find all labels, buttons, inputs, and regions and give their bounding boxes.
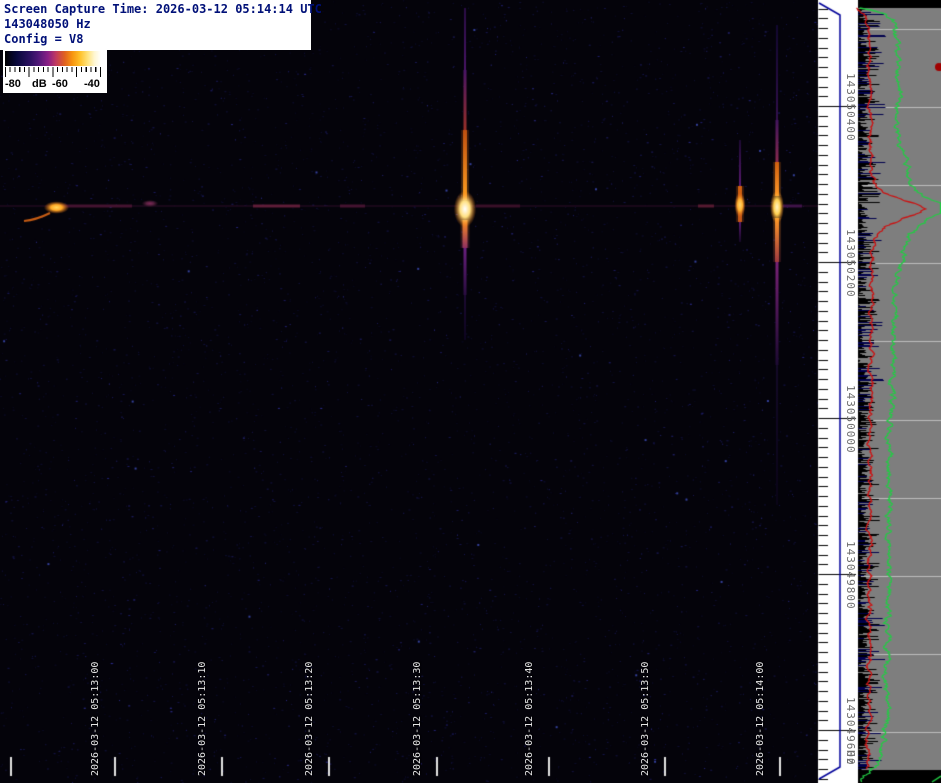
colorbar-mid-label: -60 (52, 78, 68, 90)
colorbar-labels: -80 dB -60 -40 (5, 78, 105, 91)
time-tick-label: 2026-03-12 05:13:00 (90, 661, 101, 776)
freq-tick-label: 143050200 (844, 229, 857, 298)
config-text: Config = V8 (4, 32, 84, 46)
colorbar-legend: -80 dB -60 -40 (3, 49, 107, 93)
time-tick-label: 2026-03-12 05:14:00 (755, 661, 766, 776)
time-tick-label: 2026-03-12 05:13:30 (412, 661, 423, 776)
capture-time-text: Screen Capture Time: 2026-03-12 05:14:14… (4, 2, 322, 16)
time-tick-label: 2026-03-12 05:13:10 (197, 661, 208, 776)
time-tick-label: 2026-03-12 05:13:50 (640, 661, 651, 776)
spectrum-lab-capture: 2026-03-12 05:12:502026-03-12 05:13:0020… (0, 0, 941, 783)
frequency-unit-label: Hz (844, 750, 857, 766)
freq-tick-label: 143049800 (844, 541, 857, 610)
spectrogram-plot (0, 0, 941, 783)
time-tick-label: 2026-03-12 05:13:20 (304, 661, 315, 776)
freq-tick-label: 143050400 (844, 73, 857, 142)
colorbar-max-label: -40 (84, 78, 100, 90)
colorbar-min-label: -80 (5, 78, 21, 90)
freq-tick-label: 143050000 (844, 385, 857, 454)
capture-info-box: Screen Capture Time: 2026-03-12 05:14:14… (0, 0, 322, 50)
colorbar-gradient (5, 51, 101, 66)
time-tick-label: 2026-03-12 05:13:40 (524, 661, 535, 776)
frequency-text: 143048050 Hz (4, 17, 91, 31)
colorbar-ruler (5, 67, 101, 77)
colorbar-unit-label: dB (32, 78, 47, 90)
